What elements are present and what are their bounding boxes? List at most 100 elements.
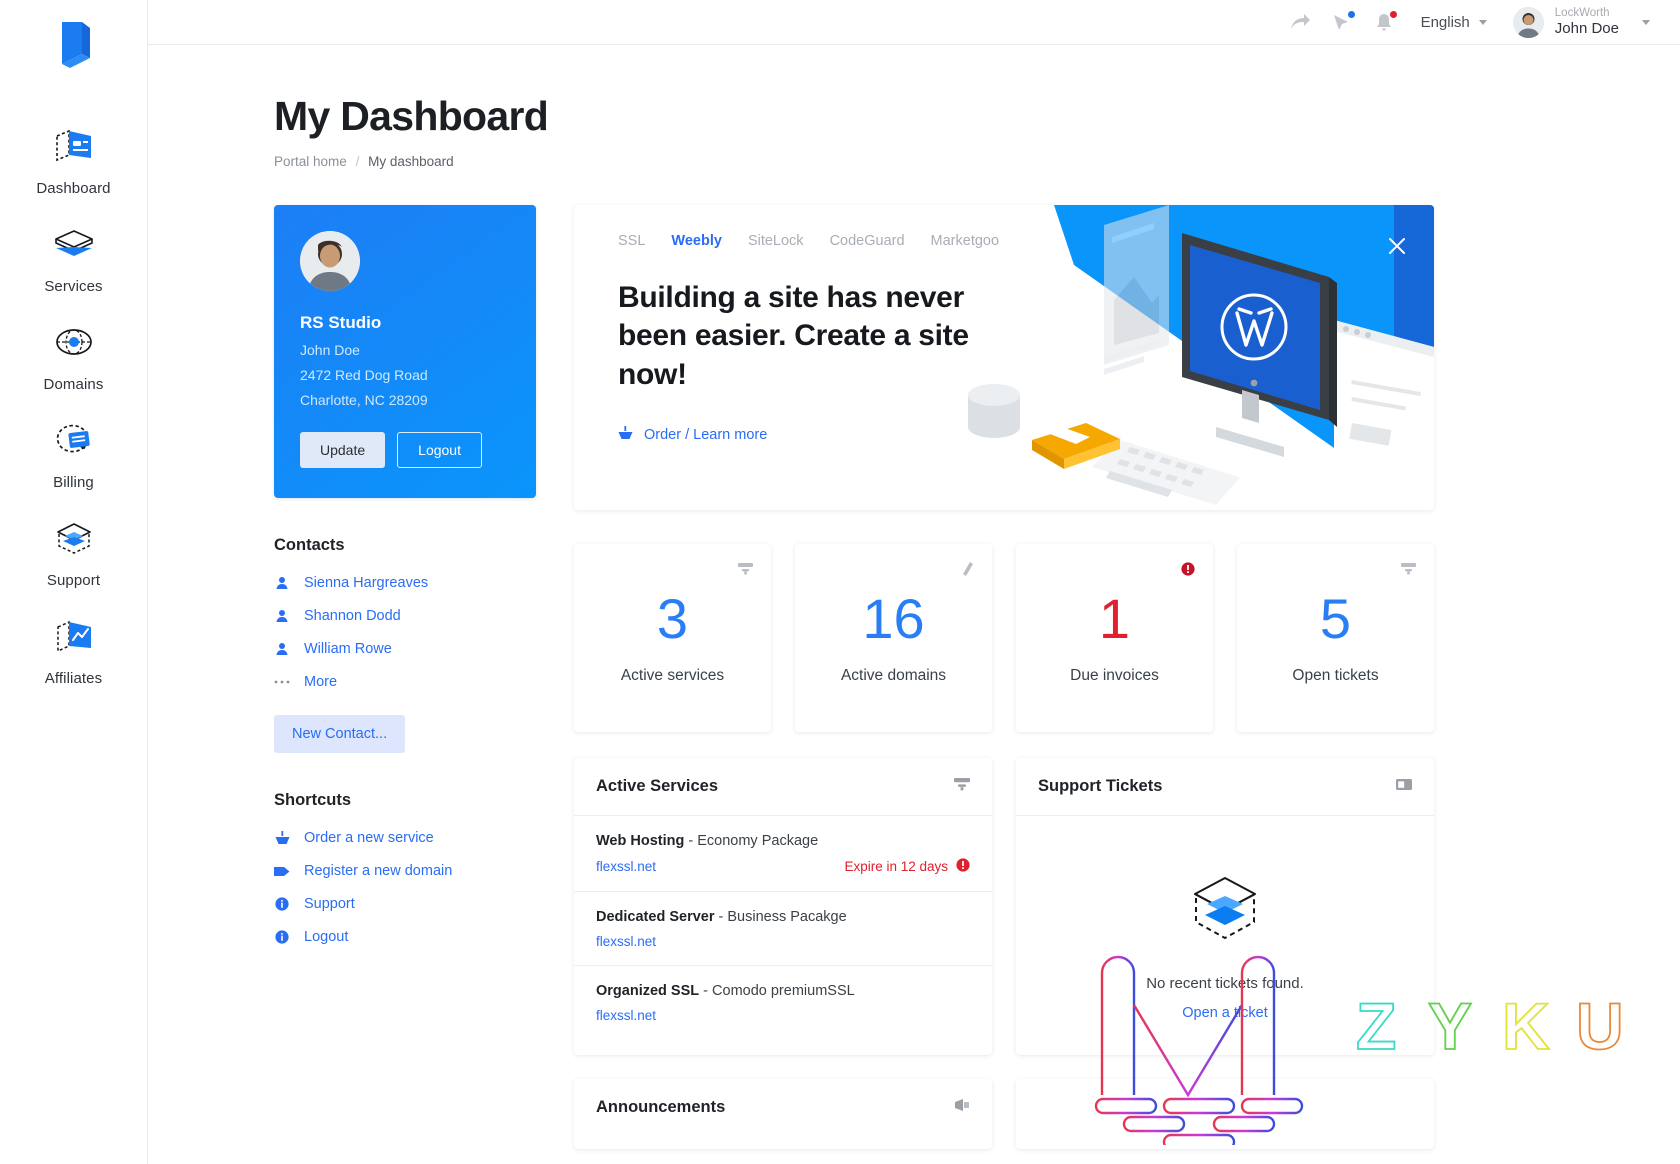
service-row[interactable]: Organized SSL - Comodo premiumSSL flexss… bbox=[574, 966, 992, 1039]
open-ticket-link[interactable]: Open a ticket bbox=[1182, 1005, 1267, 1021]
promo-tab-ssl[interactable]: SSL bbox=[618, 233, 645, 249]
sidebar-item-billing[interactable]: Billing bbox=[0, 403, 148, 501]
service-domain[interactable]: flexssl.net bbox=[596, 1008, 656, 1023]
cart-icon bbox=[618, 426, 633, 444]
lockworth-logo-icon[interactable] bbox=[48, 18, 100, 75]
service-package: Business Pacakge bbox=[727, 909, 847, 925]
contact-item[interactable]: Shannon Dodd bbox=[274, 608, 536, 624]
profile-city: Charlotte, NC 28209 bbox=[300, 392, 428, 408]
profile-street: 2472 Red Dog Road bbox=[300, 367, 428, 383]
profile-name: John Doe bbox=[300, 342, 360, 358]
promo-tab-codeguard[interactable]: CodeGuard bbox=[830, 233, 905, 249]
promo-headline: Building a site has never been easier. C… bbox=[618, 281, 969, 391]
chevron-down-icon bbox=[1478, 19, 1487, 25]
person-icon bbox=[274, 576, 290, 590]
active-services-header: Active Services bbox=[574, 758, 992, 816]
support-tickets-empty: No recent tickets found. Open a ticket bbox=[1016, 816, 1434, 1055]
services-icon bbox=[53, 221, 95, 269]
promo-tab-weebly[interactable]: Weebly bbox=[671, 233, 722, 249]
dashboard-grid: RS Studio John Doe 2472 Red Dog Road Cha… bbox=[148, 169, 1680, 1149]
bell-icon[interactable] bbox=[1363, 0, 1405, 45]
server-icon bbox=[738, 562, 753, 580]
logout-button[interactable]: Logout bbox=[397, 432, 482, 468]
sidebar-item-label: Domains bbox=[43, 376, 104, 393]
sidebar-item-affiliates[interactable]: Affiliates bbox=[0, 599, 148, 697]
shortcut-label: Logout bbox=[304, 929, 349, 945]
sidebar-item-domains[interactable]: Domains bbox=[0, 305, 148, 403]
stat-value: 3 bbox=[656, 587, 689, 650]
support-tickets-header: Support Tickets bbox=[1016, 758, 1434, 816]
breadcrumb-home[interactable]: Portal home bbox=[274, 154, 347, 169]
shortcut-label: Support bbox=[304, 896, 355, 912]
service-dash: - bbox=[684, 833, 698, 849]
info-icon bbox=[274, 897, 290, 911]
service-package: Comodo premiumSSL bbox=[712, 983, 855, 999]
cursor-click-icon[interactable] bbox=[1321, 0, 1363, 45]
person-icon bbox=[274, 609, 290, 623]
cursor-badge bbox=[1347, 10, 1355, 18]
shortcut-register-domain[interactable]: Register a new domain bbox=[274, 863, 536, 879]
language-selector[interactable]: English bbox=[1421, 14, 1487, 31]
sidebar-item-label: Services bbox=[44, 278, 103, 295]
service-name: Dedicated Server bbox=[596, 909, 715, 925]
sidebar-item-label: Billing bbox=[53, 474, 94, 491]
server-icon[interactable] bbox=[954, 777, 970, 796]
promo-tab-sitelock[interactable]: SiteLock bbox=[748, 233, 804, 249]
shortcuts-title: Shortcuts bbox=[274, 791, 352, 809]
service-status: Expire in 12 days bbox=[844, 858, 970, 875]
contact-label: William Rowe bbox=[304, 641, 392, 657]
ticket-icon[interactable] bbox=[1396, 777, 1412, 796]
shortcuts-list: Order a new service Register a new domai… bbox=[274, 830, 536, 945]
sidebar-item-support[interactable]: Support bbox=[0, 501, 148, 599]
tag-icon bbox=[274, 866, 290, 877]
info-icon bbox=[274, 930, 290, 944]
affiliates-icon bbox=[53, 613, 95, 661]
breadcrumb: Portal home / My dashboard bbox=[274, 154, 1680, 169]
contact-label: Sienna Hargreaves bbox=[304, 575, 429, 591]
promo-cta-label: Order / Learn more bbox=[644, 427, 768, 444]
shortcut-support[interactable]: Support bbox=[274, 896, 536, 912]
page-header: My Dashboard Portal home / My dashboard bbox=[148, 45, 1680, 169]
contacts-more[interactable]: More bbox=[274, 674, 536, 690]
cart-icon bbox=[274, 831, 290, 845]
service-row[interactable]: Web Hosting - Economy Package flexssl.ne… bbox=[574, 816, 992, 892]
sidebar-item-label: Affiliates bbox=[44, 670, 103, 687]
share-arrow-icon[interactable] bbox=[1279, 0, 1321, 45]
topbar: English LockWorth John Doe bbox=[148, 0, 1680, 45]
chevron-down-icon bbox=[1642, 19, 1650, 25]
sidebar-item-dashboard[interactable]: Dashboard bbox=[0, 109, 148, 207]
breadcrumb-current: My dashboard bbox=[368, 154, 454, 169]
panel-title: Support Tickets bbox=[1038, 777, 1163, 795]
service-row[interactable]: Dedicated Server - Business Pacakge flex… bbox=[574, 892, 992, 966]
support-icon bbox=[53, 515, 95, 563]
page-title: My Dashboard bbox=[274, 93, 549, 139]
contact-item[interactable]: William Rowe bbox=[274, 641, 536, 657]
sidebar: Dashboard Services Domains Billing Suppo… bbox=[0, 0, 148, 1164]
promo-cta-link[interactable]: Order / Learn more bbox=[618, 426, 1434, 444]
shortcut-order-service[interactable]: Order a new service bbox=[274, 830, 536, 846]
service-domain[interactable]: flexssl.net bbox=[596, 934, 656, 949]
close-icon[interactable] bbox=[1388, 237, 1406, 260]
alert-icon bbox=[1181, 562, 1195, 581]
stat-card-open-tickets[interactable]: 5 Open tickets bbox=[1237, 544, 1434, 732]
service-domain[interactable]: flexssl.net bbox=[596, 859, 656, 874]
stat-card-active-services[interactable]: 3 Active services bbox=[574, 544, 771, 732]
user-menu[interactable]: LockWorth John Doe bbox=[1512, 6, 1650, 38]
service-package: Economy Package bbox=[697, 833, 819, 849]
new-contact-button[interactable]: New Contact... bbox=[274, 715, 406, 753]
shortcut-logout[interactable]: Logout bbox=[274, 929, 536, 945]
service-dash: - bbox=[699, 983, 713, 999]
user-org: LockWorth bbox=[1554, 6, 1610, 19]
megaphone-icon[interactable] bbox=[954, 1098, 970, 1117]
promo-banner: SSL Weebly SiteLock CodeGuard Marketgoo … bbox=[574, 205, 1434, 510]
panel-title: Announcements bbox=[596, 1098, 726, 1116]
stat-label: Open tickets bbox=[1292, 667, 1379, 684]
sidebar-item-services[interactable]: Services bbox=[0, 207, 148, 305]
update-button[interactable]: Update bbox=[300, 432, 386, 468]
sidebar-item-label: Dashboard bbox=[36, 180, 111, 197]
billing-icon bbox=[53, 417, 95, 465]
support-tickets-panel: Support Tickets No recent tickets found.… bbox=[1016, 758, 1434, 1055]
stat-card-active-domains[interactable]: 16 Active domains bbox=[795, 544, 992, 732]
stat-card-due-invoices[interactable]: 1 Due invoices bbox=[1016, 544, 1213, 732]
contact-item[interactable]: Sienna Hargreaves bbox=[274, 575, 536, 591]
